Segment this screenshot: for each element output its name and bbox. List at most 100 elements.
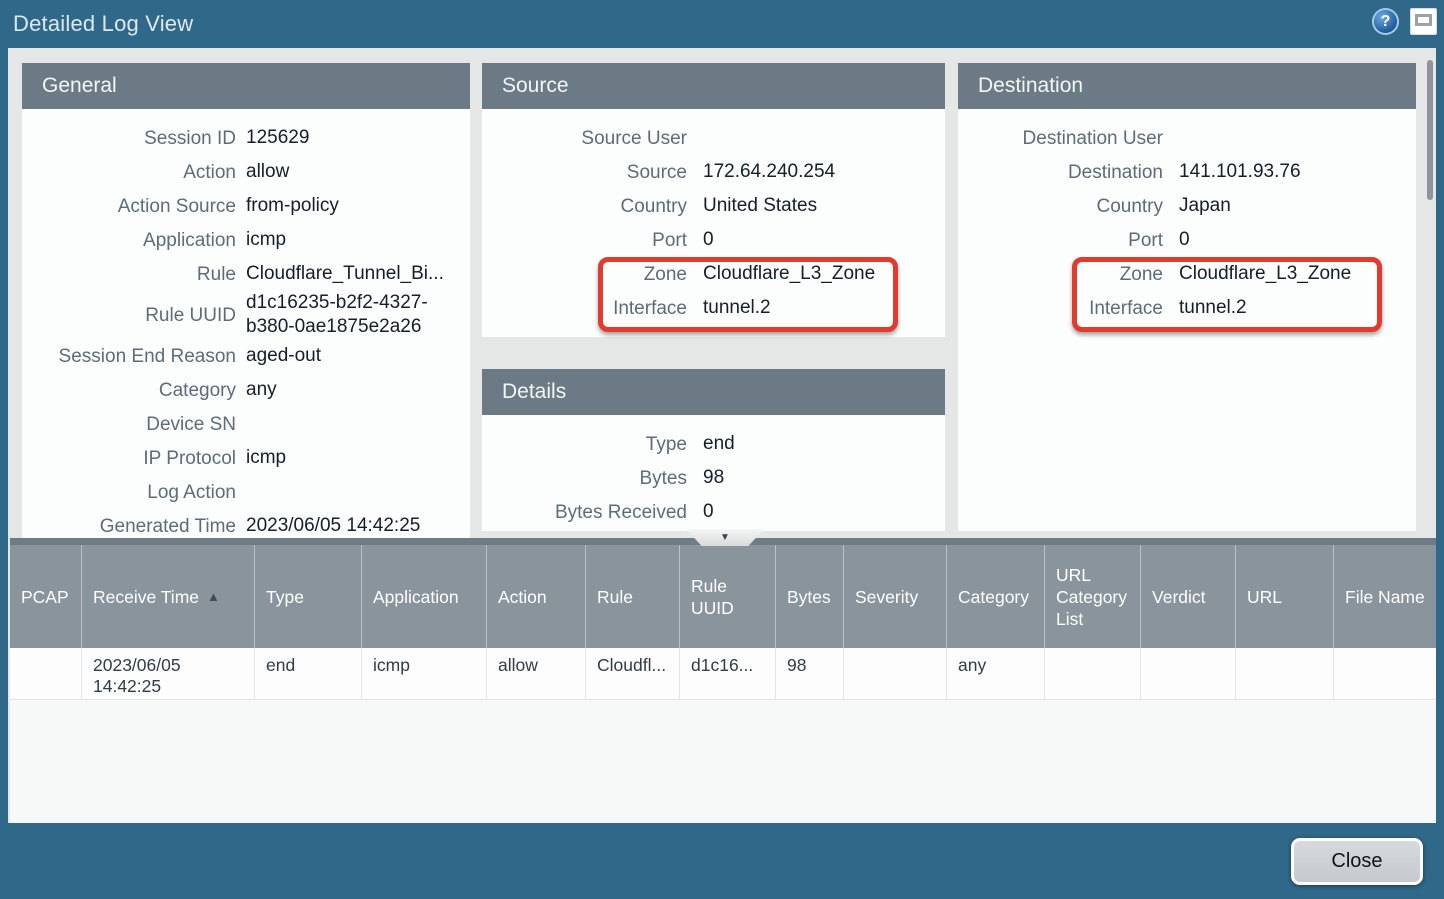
column-header-rule[interactable]: Rule (586, 545, 680, 648)
field-value: end (687, 432, 945, 456)
field-bytes-received: Bytes Received 0 (482, 495, 945, 529)
field-label: Zone (482, 263, 687, 286)
sort-ascending-icon: ▲ (207, 586, 220, 608)
cell-type: end (255, 648, 362, 699)
panels-area: General Session ID 125629 Action allow A… (8, 48, 1436, 538)
help-icon[interactable]: ? (1372, 8, 1399, 35)
field-value: United States (687, 194, 945, 218)
field-label: Country (958, 195, 1163, 218)
panel-general-header: General (22, 63, 470, 109)
field-value: aged-out (236, 344, 460, 368)
cell-pcap (10, 648, 82, 699)
field-value: tunnel.2 (687, 296, 945, 320)
window-icon-glyph (1415, 14, 1432, 26)
vertical-scrollbar-thumb[interactable] (1427, 60, 1433, 200)
table-row[interactable]: 2023/06/05 14:42:25 end icmp allow Cloud… (10, 648, 1436, 700)
field-label: Port (482, 229, 687, 252)
field-source-port: Port 0 (482, 223, 945, 257)
field-label: Destination (958, 161, 1163, 184)
field-source-zone: Zone Cloudflare_L3_Zone (482, 257, 945, 291)
field-label: Country (482, 195, 687, 218)
cell-bytes: 98 (776, 648, 844, 699)
field-log-action: Log Action (22, 475, 470, 509)
panel-details-header: Details (482, 369, 945, 415)
dialog-titlebar: Detailed Log View ? (0, 0, 1444, 48)
field-destination-port: Port 0 (958, 223, 1416, 257)
panel-destination: Destination Destination User Destination… (958, 63, 1416, 531)
cell-application: icmp (362, 648, 487, 699)
field-value: allow (236, 160, 460, 184)
splitter-bar[interactable]: ▼ (10, 538, 1436, 545)
panel-source-header: Source (482, 63, 945, 109)
field-value: icmp (236, 446, 460, 470)
cell-file-name (1334, 648, 1436, 699)
column-header-type[interactable]: Type (255, 545, 362, 648)
field-label: Source User (482, 127, 687, 150)
column-header-pcap[interactable]: PCAP (10, 545, 82, 648)
cell-url-category-list (1045, 648, 1141, 699)
panel-general-body: Session ID 125629 Action allow Action So… (22, 109, 470, 538)
field-source-country: Country United States (482, 189, 945, 223)
cell-severity (844, 648, 947, 699)
column-header-url[interactable]: URL (1236, 545, 1334, 648)
field-destination-interface: Interface tunnel.2 (958, 291, 1416, 325)
field-session-id: Session ID 125629 (22, 121, 470, 155)
field-source-address: Source 172.64.240.254 (482, 155, 945, 189)
column-header-bytes[interactable]: Bytes (776, 545, 844, 648)
field-label: Port (958, 229, 1163, 252)
field-label: Bytes (482, 467, 687, 490)
field-label: Zone (958, 263, 1163, 286)
log-table-header: PCAP Receive Time ▲ Type Application Act… (10, 545, 1436, 648)
field-action: Action allow (22, 155, 470, 189)
collapse-handle[interactable]: ▼ (686, 529, 764, 546)
field-value: 2023/06/05 14:42:25 (236, 514, 460, 538)
panel-source-body: Source User Source 172.64.240.254 Countr… (482, 109, 945, 325)
close-button[interactable]: Close (1291, 838, 1423, 885)
field-value: 0 (687, 500, 945, 524)
cell-verdict (1141, 648, 1236, 699)
panel-details-body: Type end Bytes 98 Bytes Received 0 (482, 415, 945, 529)
column-header-action[interactable]: Action (487, 545, 586, 648)
cell-receive-time: 2023/06/05 14:42:25 (82, 648, 255, 699)
field-label: Rule (22, 263, 236, 286)
field-value: icmp (236, 228, 460, 252)
field-label: Source (482, 161, 687, 184)
field-label: Interface (482, 297, 687, 320)
field-value: 0 (1163, 228, 1416, 252)
column-header-file-name[interactable]: File Name (1334, 545, 1436, 648)
dialog-title: Detailed Log View (13, 11, 193, 37)
field-value: 98 (687, 466, 945, 490)
column-header-verdict[interactable]: Verdict (1141, 545, 1236, 648)
field-value: 125629 (236, 126, 460, 150)
field-value: d1c16235-b2f2-4327-b380-0ae1875e2a26 (236, 291, 460, 339)
cell-rule: Cloudfl... (586, 648, 680, 699)
field-value: Cloudflare_L3_Zone (1163, 262, 1416, 286)
field-label: Session ID (22, 127, 236, 150)
window-icon[interactable] (1410, 8, 1437, 35)
dialog-content: General Session ID 125629 Action allow A… (8, 48, 1436, 823)
column-header-severity[interactable]: Severity (844, 545, 947, 648)
panel-destination-body: Destination User Destination 141.101.93.… (958, 109, 1416, 325)
field-label: Action Source (22, 195, 236, 218)
field-destination-zone: Zone Cloudflare_L3_Zone (958, 257, 1416, 291)
column-header-receive-time[interactable]: Receive Time ▲ (82, 545, 255, 648)
panel-source: Source Source User Source 172.64.240.254… (482, 63, 945, 337)
field-rule: Rule Cloudflare_Tunnel_Bi... (22, 257, 470, 291)
field-destination-user: Destination User (958, 121, 1416, 155)
column-header-url-category-list[interactable]: URL Category List (1045, 545, 1141, 648)
field-bytes: Bytes 98 (482, 461, 945, 495)
field-type: Type end (482, 427, 945, 461)
field-rule-uuid: Rule UUID d1c16235-b2f2-4327-b380-0ae187… (22, 291, 470, 339)
field-category: Category any (22, 373, 470, 407)
column-header-application[interactable]: Application (362, 545, 487, 648)
field-destination-address: Destination 141.101.93.76 (958, 155, 1416, 189)
field-generated-time: Generated Time 2023/06/05 14:42:25 (22, 509, 470, 538)
column-header-category[interactable]: Category (947, 545, 1045, 648)
field-label: Device SN (22, 413, 236, 436)
field-destination-country: Country Japan (958, 189, 1416, 223)
field-source-interface: Interface tunnel.2 (482, 291, 945, 325)
column-header-rule-uuid[interactable]: Rule UUID (680, 545, 776, 648)
panel-details: Details Type end Bytes 98 Bytes Received… (482, 369, 945, 531)
panel-general: General Session ID 125629 Action allow A… (22, 63, 470, 538)
cell-category: any (947, 648, 1045, 699)
